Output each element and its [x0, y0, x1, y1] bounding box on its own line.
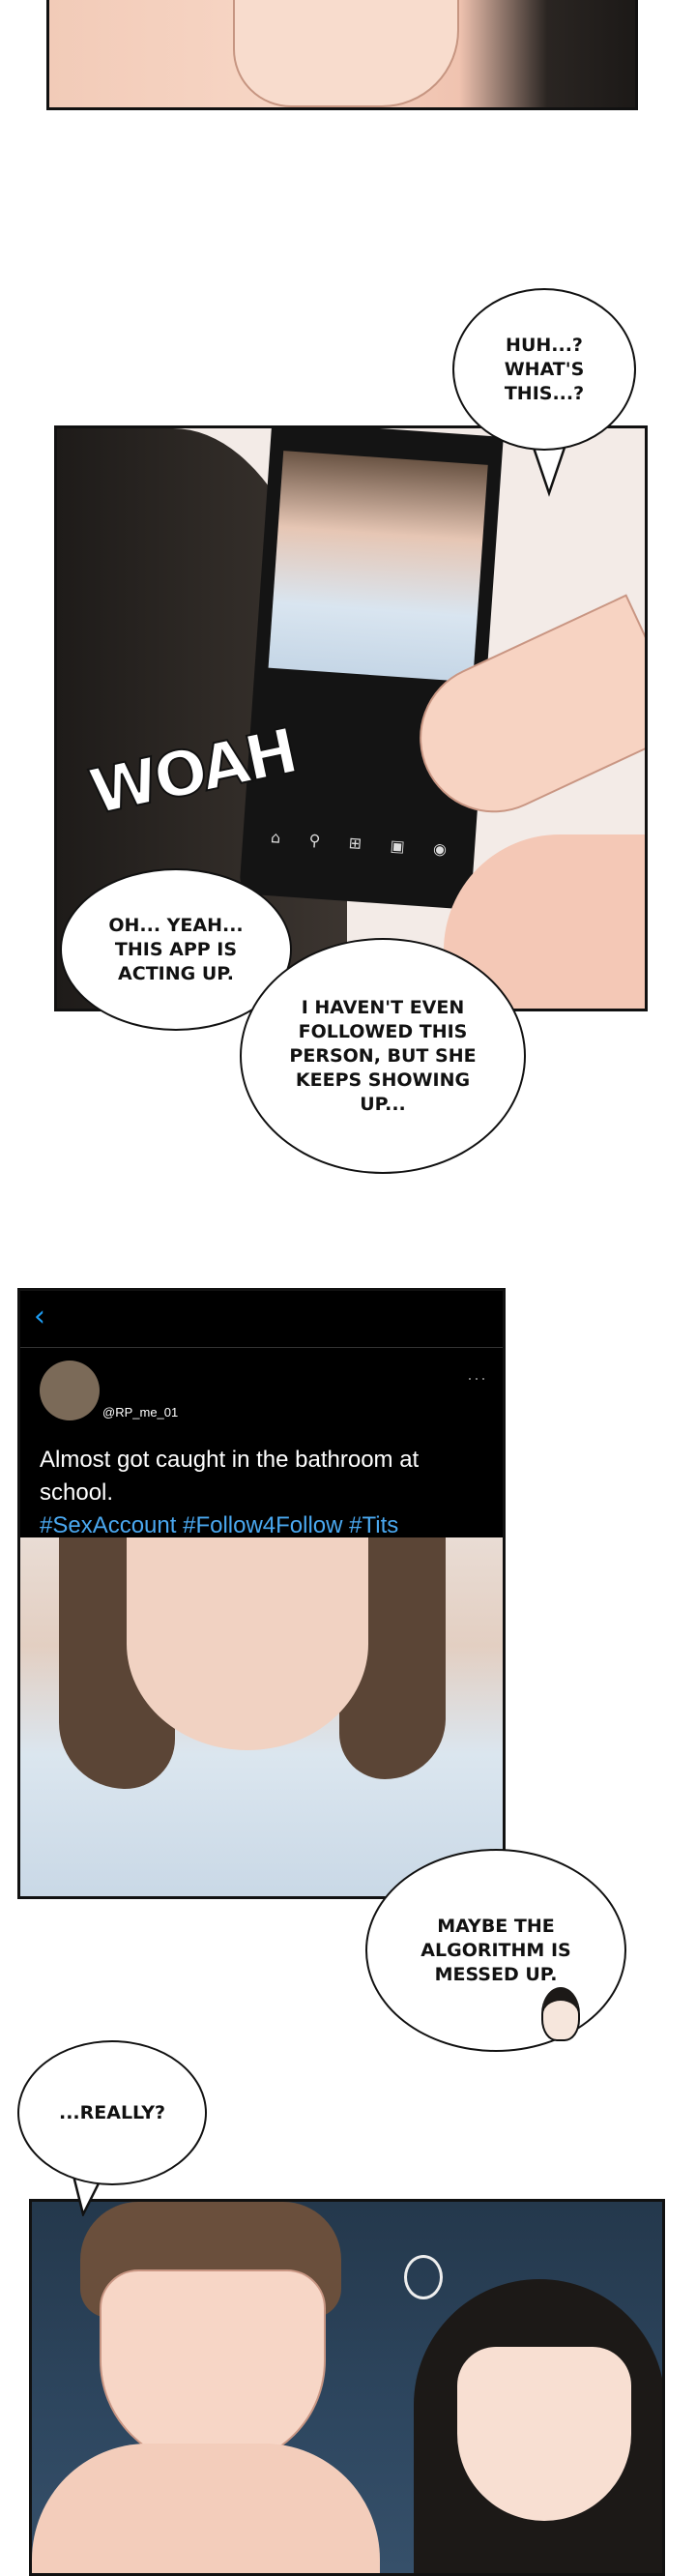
- phone-device: ⌂ ⚲ ⊞ ▣ ◉: [239, 428, 504, 910]
- phone-nav-bar: ⌂ ⚲ ⊞ ▣ ◉: [254, 827, 461, 880]
- man-face: [100, 2269, 326, 2467]
- more-options-icon[interactable]: ···: [467, 1368, 487, 1389]
- back-chevron-icon[interactable]: ‹: [34, 1303, 59, 1332]
- post-header: ‹: [20, 1291, 503, 1348]
- speech-bubble-huh: HUH...? WHAT'S THIS...?: [452, 288, 636, 451]
- chibi-icon: [541, 1987, 580, 2041]
- speech-bubble-havent-followed: I HAVEN'T EVEN FOLLOWED THIS PERSON, BUT…: [240, 938, 526, 1174]
- shop-icon: ▣: [389, 835, 406, 856]
- man-body: [32, 2444, 380, 2573]
- avatar[interactable]: [40, 1361, 100, 1420]
- profile-icon: ◉: [432, 838, 448, 859]
- speech-bubble-algorithm: MAYBE THE ALGORITHM IS MESSED UP.: [365, 1849, 626, 2052]
- hand-art: [233, 0, 459, 107]
- social-post: ‹ @RP_me_01 ··· Almost got caught in the…: [17, 1288, 506, 1899]
- post-handle[interactable]: @RP_me_01: [102, 1405, 178, 1420]
- phone-screen-photo: [268, 451, 488, 683]
- post-photo: [20, 1537, 503, 1896]
- panel-couple: [29, 2199, 665, 2576]
- search-icon: ⚲: [308, 830, 322, 850]
- post-caption-text: Almost got caught in the bathroom at sch…: [40, 1447, 420, 1506]
- post-caption: Almost got caught in the bathroom at sch…: [40, 1444, 493, 1542]
- panel-1: [46, 0, 638, 110]
- woman-face: [457, 2347, 631, 2521]
- photo-skin: [127, 1537, 368, 1750]
- confusion-swirl-icon: [404, 2255, 443, 2299]
- home-icon: ⌂: [270, 828, 281, 847]
- add-icon: ⊞: [348, 833, 362, 853]
- speech-bubble-really: ...REALLY?: [17, 2040, 207, 2185]
